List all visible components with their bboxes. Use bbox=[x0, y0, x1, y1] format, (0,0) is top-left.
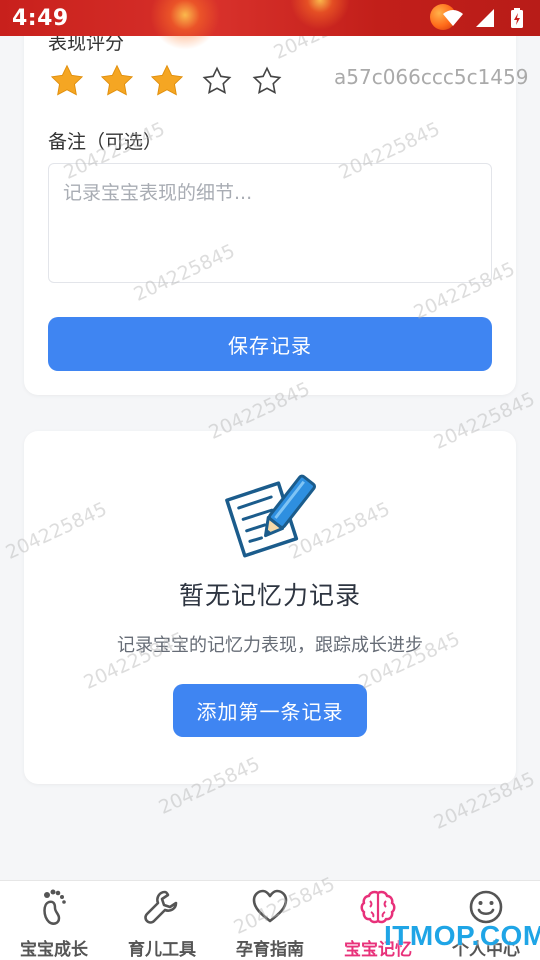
footprint-icon bbox=[34, 887, 74, 927]
firework-decoration bbox=[290, 0, 350, 30]
heart-icon bbox=[250, 887, 290, 927]
add-first-record-button[interactable]: 添加第一条记录 bbox=[173, 684, 367, 737]
star-rating[interactable] bbox=[48, 62, 286, 100]
tab-pregnancy-guide[interactable]: 孕育指南 bbox=[216, 881, 324, 960]
save-record-button[interactable]: 保存记录 bbox=[48, 317, 492, 371]
notes-label: 备注（可选） bbox=[48, 131, 163, 153]
star-empty-icon[interactable] bbox=[248, 62, 286, 100]
status-icons bbox=[442, 7, 528, 29]
tab-label: 育儿工具 bbox=[128, 940, 196, 960]
wrench-icon bbox=[142, 887, 182, 927]
status-bar: 4:49 bbox=[0, 0, 540, 50]
signal-icon bbox=[474, 7, 496, 29]
battery-icon bbox=[506, 7, 528, 29]
star-filled-icon[interactable] bbox=[98, 62, 136, 100]
tab-parenting-tools[interactable]: 育儿工具 bbox=[108, 881, 216, 960]
status-time: 4:49 bbox=[12, 5, 69, 31]
tab-baby-growth[interactable]: 宝宝成长 bbox=[0, 881, 108, 960]
empty-state-description: 记录宝宝的记忆力表现，跟踪成长进步 bbox=[117, 635, 423, 656]
record-form-card: 表现评分 a57c066ccc5c1459 备注（可选） 保存记录 bbox=[24, 0, 528, 395]
notes-textarea[interactable] bbox=[48, 163, 492, 283]
star-filled-icon[interactable] bbox=[148, 62, 186, 100]
empty-state-card: 暂无记忆力记录 记录宝宝的记忆力表现，跟踪成长进步 添加第一条记录 bbox=[24, 431, 516, 784]
empty-state-title: 暂无记忆力记录 bbox=[178, 581, 361, 610]
itmop-watermark-logo: ITMOP.COM bbox=[384, 920, 540, 951]
tab-label: 宝宝成长 bbox=[20, 940, 88, 960]
tab-label: 孕育指南 bbox=[236, 940, 304, 960]
star-empty-icon[interactable] bbox=[198, 62, 236, 100]
star-filled-icon[interactable] bbox=[48, 62, 86, 100]
wifi-icon bbox=[442, 7, 464, 29]
writing-note-icon bbox=[224, 471, 316, 561]
watermark-hash: a57c066ccc5c1459 bbox=[334, 65, 529, 89]
